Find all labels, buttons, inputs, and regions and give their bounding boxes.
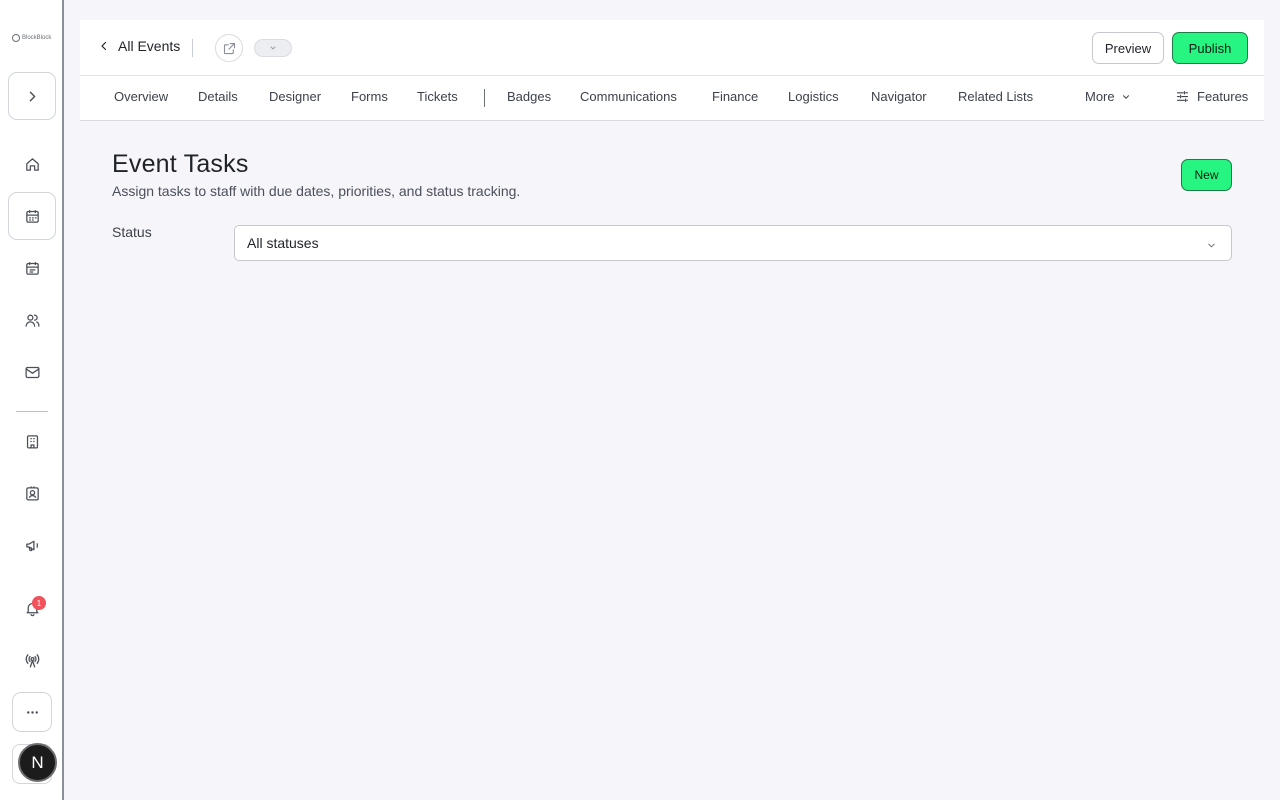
page-subtitle: Assign tasks to staff with due dates, pr… (112, 183, 521, 199)
tab-details[interactable]: Details (198, 89, 238, 104)
preview-button[interactable]: Preview (1092, 32, 1164, 64)
megaphone-icon (25, 540, 38, 551)
chevron-down-icon (1122, 94, 1129, 99)
sidebar: BlockBlock 1 N (0, 0, 64, 800)
building-icon (26, 434, 38, 449)
avatar[interactable]: N (18, 743, 57, 782)
logo-text: BlockBlock (22, 35, 52, 41)
notification-badge: 1 (32, 596, 46, 610)
mail-icon (24, 366, 40, 378)
tab-related-lists[interactable]: Related Lists (958, 89, 1033, 104)
sidebar-item-venues[interactable] (16, 425, 48, 457)
status-filter-label: Status (112, 224, 152, 240)
status-filter-value: All statuses (247, 235, 319, 251)
tab-more-dropdown[interactable]: More (1085, 89, 1131, 104)
contact-card-icon (25, 485, 39, 501)
back-to-all-events-link[interactable]: All Events (98, 38, 180, 54)
sidebar-more-button[interactable] (12, 692, 52, 732)
broadcast-icon (25, 653, 39, 668)
status-filter-select[interactable]: All statuses (234, 225, 1232, 261)
features-button[interactable]: Features (1175, 89, 1248, 104)
publish-button[interactable]: Publish (1172, 32, 1248, 64)
sidebar-item-people[interactable] (16, 304, 48, 336)
sidebar-divider (16, 411, 48, 412)
users-icon (24, 314, 40, 327)
sliders-icon (1176, 90, 1189, 103)
calendar-icon (25, 209, 39, 223)
sidebar-item-home[interactable] (16, 148, 48, 180)
sidebar-item-schedule[interactable] (16, 252, 48, 284)
tab-tickets[interactable]: Tickets (417, 89, 458, 104)
tab-forms[interactable]: Forms (351, 89, 388, 104)
tab-overview[interactable]: Overview (114, 89, 168, 104)
features-label: Features (1197, 89, 1249, 104)
sidebar-item-contacts[interactable] (16, 477, 48, 509)
tab-navigator[interactable]: Navigator (871, 89, 927, 104)
header-divider (192, 39, 193, 57)
chevron-down-icon (270, 46, 276, 50)
sidebar-item-marketing[interactable] (16, 529, 48, 561)
app-logo: BlockBlock (12, 31, 51, 45)
back-label: All Events (118, 38, 181, 54)
new-task-button[interactable]: New (1181, 159, 1232, 191)
event-header: All Events Preview Publish (80, 20, 1264, 76)
sidebar-item-events[interactable] (8, 192, 56, 240)
chevron-left-icon (101, 41, 107, 51)
chevron-down-icon (1206, 238, 1217, 254)
home-icon (25, 157, 39, 171)
calendar-list-icon (25, 261, 39, 275)
sidebar-item-mail[interactable] (16, 356, 48, 388)
open-external-button[interactable] (215, 34, 243, 62)
tab-designer[interactable]: Designer (269, 89, 321, 104)
tab-divider (484, 89, 485, 107)
external-link-icon (223, 42, 235, 54)
event-tabs: Overview Details Designer Forms Tickets … (80, 76, 1264, 121)
tab-finance[interactable]: Finance (712, 89, 758, 104)
chevron-right-icon (29, 91, 35, 101)
tab-communications[interactable]: Communications (580, 89, 677, 104)
logo-mark-icon (12, 34, 20, 42)
ellipsis-icon (26, 710, 38, 714)
tab-logistics[interactable]: Logistics (788, 89, 839, 104)
sidebar-expand-button[interactable] (8, 72, 56, 120)
page-title: Event Tasks (112, 150, 249, 178)
more-label: More (1085, 89, 1115, 104)
tab-badges[interactable]: Badges (507, 89, 551, 104)
event-status-dropdown[interactable] (254, 39, 292, 57)
sidebar-item-broadcast[interactable] (16, 644, 48, 676)
